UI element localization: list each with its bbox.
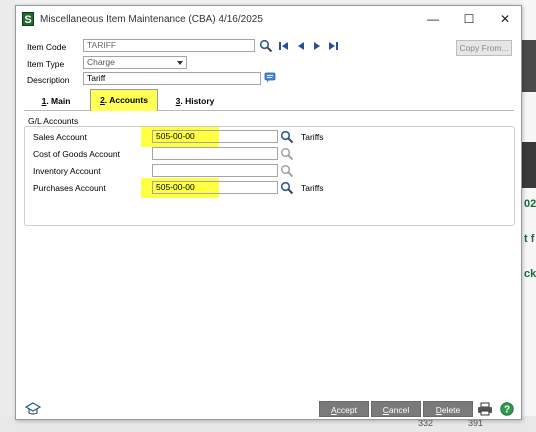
- item-type-value: Charge: [87, 57, 115, 67]
- search-icon[interactable]: [280, 164, 294, 178]
- print-icon[interactable]: [477, 402, 493, 416]
- next-record-icon[interactable]: [312, 41, 322, 51]
- inventory-account-input[interactable]: [152, 164, 278, 177]
- cost-of-goods-account-label: Cost of Goods Account: [33, 149, 120, 159]
- background-text: 02: [524, 198, 536, 210]
- maximize-button[interactable]: ☐: [460, 12, 478, 26]
- background-text: t f: [524, 233, 535, 245]
- first-record-icon[interactable]: [278, 41, 290, 51]
- background-dark-block: [522, 40, 536, 92]
- chevron-down-icon: [177, 61, 183, 65]
- svg-text:?: ?: [504, 405, 510, 416]
- cost-of-goods-account-input[interactable]: [152, 147, 278, 160]
- description-label: Description: [27, 75, 70, 85]
- background-text: ck: [524, 268, 536, 280]
- item-type-label: Item Type: [27, 59, 65, 69]
- last-record-icon[interactable]: [327, 41, 339, 51]
- inventory-account-label: Inventory Account: [33, 166, 101, 176]
- close-button[interactable]: ✕: [496, 12, 514, 26]
- item-type-select[interactable]: Charge: [83, 56, 187, 69]
- cancel-button[interactable]: Cancel: [371, 401, 421, 417]
- graduation-cap-icon[interactable]: [25, 402, 41, 416]
- copy-from-button[interactable]: Copy From...: [456, 40, 512, 56]
- purchases-account-input[interactable]: 505-00-00: [152, 181, 278, 194]
- minimize-button[interactable]: —: [424, 12, 442, 26]
- delete-button[interactable]: Delete: [423, 401, 473, 417]
- background-dark-block: [522, 142, 536, 188]
- purchases-account-description: Tariffs: [301, 183, 324, 193]
- tab-history[interactable]: 3. History: [166, 92, 224, 110]
- item-code-label: Item Code: [27, 42, 67, 52]
- search-icon[interactable]: [280, 147, 294, 161]
- previous-record-icon[interactable]: [296, 41, 306, 51]
- item-code-input[interactable]: TARIFF: [83, 39, 255, 52]
- gl-accounts-title: G/L Accounts: [27, 116, 80, 126]
- purchases-account-label: Purchases Account: [33, 183, 106, 193]
- sage-app-icon: S: [22, 12, 34, 26]
- help-icon[interactable]: ?: [500, 402, 514, 416]
- search-icon[interactable]: [280, 181, 294, 195]
- search-icon[interactable]: [280, 130, 294, 144]
- window-title: Miscellaneous Item Maintenance (CBA) 4/1…: [40, 14, 263, 25]
- title-bar: S Miscellaneous Item Maintenance (CBA) 4…: [16, 6, 521, 32]
- sales-account-label: Sales Account: [33, 132, 87, 142]
- memo-icon[interactable]: [264, 72, 276, 84]
- background-app-left: [0, 0, 15, 432]
- search-icon[interactable]: [259, 39, 273, 53]
- sales-account-description: Tariffs: [301, 132, 324, 142]
- accept-button[interactable]: Accept: [319, 401, 369, 417]
- tab-main[interactable]: 1. Main: [32, 92, 80, 110]
- tab-accounts[interactable]: 2. Accounts: [90, 89, 158, 111]
- misc-item-maintenance-window: S Miscellaneous Item Maintenance (CBA) 4…: [15, 5, 522, 420]
- sales-account-input[interactable]: 505-00-00: [152, 130, 278, 143]
- description-input[interactable]: Tariff: [83, 72, 261, 85]
